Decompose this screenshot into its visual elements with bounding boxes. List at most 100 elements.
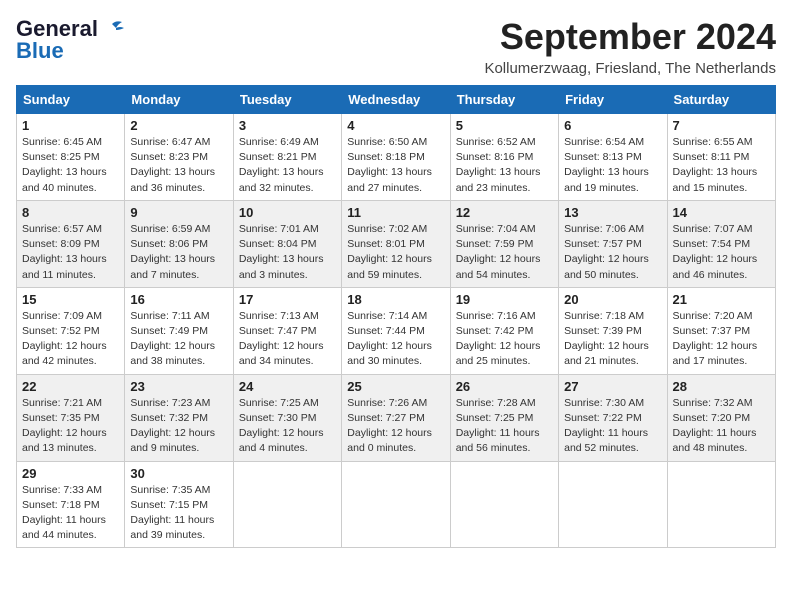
- weekday-header-thursday: Thursday: [450, 86, 558, 114]
- day-info: Sunrise: 7:13 AMSunset: 7:47 PMDaylight:…: [239, 309, 336, 370]
- calendar-cell: 16Sunrise: 7:11 AMSunset: 7:49 PMDayligh…: [125, 287, 233, 374]
- day-info: Sunrise: 6:50 AMSunset: 8:18 PMDaylight:…: [347, 135, 444, 196]
- calendar-cell: 30 Sunrise: 7:35 AMSunset: 7:15 PMDayligh…: [125, 461, 233, 548]
- day-number: 10: [239, 205, 336, 220]
- day-info: Sunrise: 6:52 AMSunset: 8:16 PMDaylight:…: [456, 135, 553, 196]
- day-info: Sunrise: 6:45 AMSunset: 8:25 PMDaylight:…: [22, 135, 119, 196]
- day-info: Sunrise: 7:30 AMSunset: 7:22 PMDaylight:…: [564, 396, 661, 457]
- calendar-cell: 23 Sunrise: 7:23 AMSunset: 7:32 PMDayligh…: [125, 374, 233, 461]
- day-info: Sunrise: 6:49 AMSunset: 8:21 PMDaylight:…: [239, 135, 336, 196]
- day-info: Sunrise: 6:59 AMSunset: 8:06 PMDaylight:…: [130, 222, 227, 283]
- calendar-header-row: SundayMondayTuesdayWednesdayThursdayFrid…: [17, 86, 776, 114]
- day-number: 13: [564, 205, 661, 220]
- day-info: Sunrise: 6:54 AMSunset: 8:13 PMDaylight:…: [564, 135, 661, 196]
- weekday-header-wednesday: Wednesday: [342, 86, 450, 114]
- day-info: Sunrise: 7:09 AMSunset: 7:52 PMDaylight:…: [22, 309, 119, 370]
- calendar-cell: 17Sunrise: 7:13 AMSunset: 7:47 PMDayligh…: [233, 287, 341, 374]
- calendar-cell: 9 Sunrise: 6:59 AMSunset: 8:06 PMDaylight…: [125, 200, 233, 287]
- calendar-cell: 28Sunrise: 7:32 AMSunset: 7:20 PMDayligh…: [667, 374, 775, 461]
- calendar-week-row: 22 Sunrise: 7:21 AMSunset: 7:35 PMDayligh…: [17, 374, 776, 461]
- logo-blue-text: Blue: [16, 38, 64, 64]
- calendar-cell: 25 Sunrise: 7:26 AMSunset: 7:27 PMDayligh…: [342, 374, 450, 461]
- calendar-table: SundayMondayTuesdayWednesdayThursdayFrid…: [16, 85, 776, 548]
- calendar-cell: 5 Sunrise: 6:52 AMSunset: 8:16 PMDaylight…: [450, 114, 558, 201]
- calendar-cell: 14Sunrise: 7:07 AMSunset: 7:54 PMDayligh…: [667, 200, 775, 287]
- calendar-cell: 18Sunrise: 7:14 AMSunset: 7:44 PMDayligh…: [342, 287, 450, 374]
- calendar-cell: 24Sunrise: 7:25 AMSunset: 7:30 PMDayligh…: [233, 374, 341, 461]
- day-number: 26: [456, 379, 553, 394]
- calendar-cell: 3 Sunrise: 6:49 AMSunset: 8:21 PMDaylight…: [233, 114, 341, 201]
- day-number: 19: [456, 292, 553, 307]
- day-number: 30: [130, 466, 227, 481]
- day-info: Sunrise: 7:32 AMSunset: 7:20 PMDaylight:…: [673, 396, 770, 457]
- calendar-cell: 13 Sunrise: 7:06 AMSunset: 7:57 PMDayligh…: [559, 200, 667, 287]
- day-info: Sunrise: 7:25 AMSunset: 7:30 PMDaylight:…: [239, 396, 336, 457]
- day-number: 29: [22, 466, 119, 481]
- calendar-cell: 12 Sunrise: 7:04 AMSunset: 7:59 PMDayligh…: [450, 200, 558, 287]
- day-number: 3: [239, 118, 336, 133]
- day-number: 12: [456, 205, 553, 220]
- day-number: 5: [456, 118, 553, 133]
- calendar-cell: [450, 461, 558, 548]
- day-info: Sunrise: 7:20 AMSunset: 7:37 PMDaylight:…: [673, 309, 770, 370]
- title-block: September 2024 Kollumerzwaag, Friesland,…: [484, 16, 776, 77]
- day-info: Sunrise: 7:23 AMSunset: 7:32 PMDaylight:…: [130, 396, 227, 457]
- logo-bird-icon: [102, 20, 124, 38]
- day-number: 7: [673, 118, 770, 133]
- page-header: General Blue September 2024 Kollumerzwaa…: [16, 16, 776, 77]
- day-number: 2: [130, 118, 227, 133]
- day-info: Sunrise: 7:02 AMSunset: 8:01 PMDaylight:…: [347, 222, 444, 283]
- day-info: Sunrise: 6:47 AMSunset: 8:23 PMDaylight:…: [130, 135, 227, 196]
- day-number: 16: [130, 292, 227, 307]
- calendar-cell: [233, 461, 341, 548]
- calendar-cell: 7 Sunrise: 6:55 AMSunset: 8:11 PMDaylight…: [667, 114, 775, 201]
- day-info: Sunrise: 7:33 AMSunset: 7:18 PMDaylight:…: [22, 483, 119, 544]
- day-info: Sunrise: 7:21 AMSunset: 7:35 PMDaylight:…: [22, 396, 119, 457]
- day-number: 8: [22, 205, 119, 220]
- calendar-week-row: 15Sunrise: 7:09 AMSunset: 7:52 PMDayligh…: [17, 287, 776, 374]
- calendar-cell: 29 Sunrise: 7:33 AMSunset: 7:18 PMDayligh…: [17, 461, 125, 548]
- day-info: Sunrise: 7:28 AMSunset: 7:25 PMDaylight:…: [456, 396, 553, 457]
- day-number: 9: [130, 205, 227, 220]
- calendar-cell: [342, 461, 450, 548]
- day-number: 4: [347, 118, 444, 133]
- calendar-cell: 21Sunrise: 7:20 AMSunset: 7:37 PMDayligh…: [667, 287, 775, 374]
- calendar-cell: 27 Sunrise: 7:30 AMSunset: 7:22 PMDayligh…: [559, 374, 667, 461]
- calendar-cell: 2 Sunrise: 6:47 AMSunset: 8:23 PMDaylight…: [125, 114, 233, 201]
- calendar-cell: 4 Sunrise: 6:50 AMSunset: 8:18 PMDaylight…: [342, 114, 450, 201]
- day-number: 22: [22, 379, 119, 394]
- calendar-cell: [667, 461, 775, 548]
- calendar-week-row: 29 Sunrise: 7:33 AMSunset: 7:18 PMDayligh…: [17, 461, 776, 548]
- day-number: 14: [673, 205, 770, 220]
- day-number: 6: [564, 118, 661, 133]
- day-number: 20: [564, 292, 661, 307]
- day-number: 23: [130, 379, 227, 394]
- weekday-header-friday: Friday: [559, 86, 667, 114]
- logo: General Blue: [16, 16, 124, 64]
- calendar-cell: 11Sunrise: 7:02 AMSunset: 8:01 PMDayligh…: [342, 200, 450, 287]
- calendar-cell: 8Sunrise: 6:57 AMSunset: 8:09 PMDaylight…: [17, 200, 125, 287]
- day-info: Sunrise: 7:16 AMSunset: 7:42 PMDaylight:…: [456, 309, 553, 370]
- calendar-cell: 26 Sunrise: 7:28 AMSunset: 7:25 PMDayligh…: [450, 374, 558, 461]
- calendar-cell: 1 Sunrise: 6:45 AMSunset: 8:25 PMDaylight…: [17, 114, 125, 201]
- day-info: Sunrise: 7:01 AMSunset: 8:04 PMDaylight:…: [239, 222, 336, 283]
- day-info: Sunrise: 7:04 AMSunset: 7:59 PMDaylight:…: [456, 222, 553, 283]
- calendar-cell: 19 Sunrise: 7:16 AMSunset: 7:42 PMDayligh…: [450, 287, 558, 374]
- calendar-cell: 20 Sunrise: 7:18 AMSunset: 7:39 PMDayligh…: [559, 287, 667, 374]
- weekday-header-saturday: Saturday: [667, 86, 775, 114]
- calendar-week-row: 1 Sunrise: 6:45 AMSunset: 8:25 PMDaylight…: [17, 114, 776, 201]
- day-info: Sunrise: 7:06 AMSunset: 7:57 PMDaylight:…: [564, 222, 661, 283]
- location-title: Kollumerzwaag, Friesland, The Netherland…: [484, 60, 776, 77]
- day-info: Sunrise: 6:55 AMSunset: 8:11 PMDaylight:…: [673, 135, 770, 196]
- calendar-cell: 10 Sunrise: 7:01 AMSunset: 8:04 PMDayligh…: [233, 200, 341, 287]
- day-info: Sunrise: 7:26 AMSunset: 7:27 PMDaylight:…: [347, 396, 444, 457]
- calendar-week-row: 8Sunrise: 6:57 AMSunset: 8:09 PMDaylight…: [17, 200, 776, 287]
- day-info: Sunrise: 7:14 AMSunset: 7:44 PMDaylight:…: [347, 309, 444, 370]
- day-number: 27: [564, 379, 661, 394]
- day-number: 25: [347, 379, 444, 394]
- day-info: Sunrise: 7:18 AMSunset: 7:39 PMDaylight:…: [564, 309, 661, 370]
- day-info: Sunrise: 7:35 AMSunset: 7:15 PMDaylight:…: [130, 483, 227, 544]
- weekday-header-sunday: Sunday: [17, 86, 125, 114]
- weekday-header-monday: Monday: [125, 86, 233, 114]
- day-number: 1: [22, 118, 119, 133]
